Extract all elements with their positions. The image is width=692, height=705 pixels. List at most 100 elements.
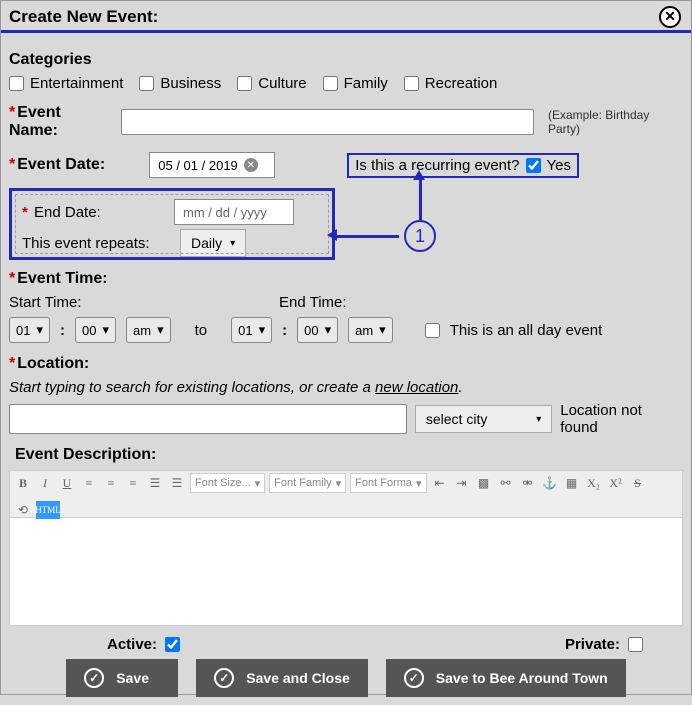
end-time-label: End Time:: [279, 294, 347, 311]
html-icon[interactable]: HTML: [36, 501, 60, 519]
event-name-input[interactable]: [121, 109, 534, 135]
link-icon[interactable]: ⚯: [497, 474, 515, 492]
clear-date-icon[interactable]: ✕: [244, 158, 258, 172]
indent-icon[interactable]: ⇥: [453, 474, 471, 492]
cat-entertainment-checkbox[interactable]: [9, 76, 24, 91]
chevron-down-icon: ▾: [536, 414, 541, 425]
annotation-arrow-up: [413, 170, 425, 180]
private-checkbox[interactable]: [628, 637, 643, 652]
event-name-row: *Event Name: (Example: Birthday Party): [9, 104, 683, 140]
end-date-input[interactable]: mm / dd / yyyy: [174, 199, 294, 225]
chevron-down-icon: ▾: [325, 322, 332, 338]
underline-icon[interactable]: U: [58, 474, 76, 492]
recurring-question-box: Is this a recurring event? Yes: [347, 153, 579, 178]
recurring-checkbox[interactable]: [526, 158, 541, 173]
allday-label: This is an all day event: [450, 322, 603, 339]
font-format-select[interactable]: Font Forma▾: [350, 473, 426, 493]
subscript-icon[interactable]: X₂: [585, 474, 603, 492]
chevron-down-icon: ▾: [379, 322, 386, 338]
outdent-icon[interactable]: ⇤: [431, 474, 449, 492]
description-textarea[interactable]: [9, 518, 683, 626]
location-input[interactable]: [9, 404, 407, 434]
start-ampm-select[interactable]: am▾: [126, 317, 171, 343]
font-size-select[interactable]: Font Size...▾: [190, 473, 265, 493]
unlink-icon[interactable]: ⚮: [519, 474, 537, 492]
italic-icon[interactable]: I: [36, 474, 54, 492]
cat-culture-checkbox[interactable]: [237, 76, 252, 91]
chevron-down-icon: ▾: [230, 238, 235, 249]
clear-format-icon[interactable]: ⟲: [14, 501, 32, 519]
recurring-question-label: Is this a recurring event?: [355, 157, 519, 174]
align-center-icon[interactable]: ≡: [102, 474, 120, 492]
time-selects-row: 01▾ : 00▾ am▾ to 01▾ : 00▾ am▾ This is a…: [9, 317, 683, 343]
unordered-list-icon[interactable]: ☰: [168, 474, 186, 492]
end-ampm-select[interactable]: am▾: [348, 317, 393, 343]
end-date-label: * End Date:: [22, 204, 164, 221]
flags-row: Active: Private:: [107, 636, 643, 653]
font-family-select[interactable]: Font Family▾: [269, 473, 346, 493]
event-date-label: *Event Date:: [9, 156, 105, 174]
start-hour-select[interactable]: 01▾: [9, 317, 50, 343]
cat-family[interactable]: Family: [323, 75, 388, 92]
time-labels-row: Start Time: End Time:: [9, 294, 683, 311]
image-icon[interactable]: ▩: [475, 474, 493, 492]
event-time-heading: *Event Time:: [9, 270, 683, 288]
event-name-hint: (Example: Birthday Party): [548, 108, 683, 136]
check-icon: ✓: [404, 668, 424, 688]
cat-business-checkbox[interactable]: [139, 76, 154, 91]
location-notfound: Location not found: [560, 402, 683, 436]
dialog-titlebar: Create New Event: ✕: [1, 1, 691, 33]
cat-recreation[interactable]: Recreation: [404, 75, 498, 92]
dialog-content: Categories Entertainment Business Cultur…: [1, 33, 691, 705]
save-button[interactable]: ✓Save: [66, 659, 178, 697]
check-icon: ✓: [214, 668, 234, 688]
cat-culture[interactable]: Culture: [237, 75, 306, 92]
annotation-line: [419, 178, 422, 220]
annotation-arrow-left: [327, 229, 337, 241]
repeats-select[interactable]: Daily ▾: [180, 229, 246, 257]
editor-toolbar: B I U ≡ ≡ ≡ ☰ ☰ Font Size...▾ Font Famil…: [9, 470, 683, 518]
ordered-list-icon[interactable]: ☰: [146, 474, 164, 492]
start-min-select[interactable]: 00▾: [75, 317, 116, 343]
cat-recreation-checkbox[interactable]: [404, 76, 419, 91]
insert-icon[interactable]: ▦: [563, 474, 581, 492]
save-close-button[interactable]: ✓Save and Close: [196, 659, 368, 697]
chevron-down-icon: ▾: [36, 322, 43, 338]
active-checkbox[interactable]: [165, 637, 180, 652]
chevron-down-icon: ▾: [259, 322, 266, 338]
save-bee-button[interactable]: ✓Save to Bee Around Town: [386, 659, 626, 697]
annotation-line: [335, 235, 399, 238]
event-date-input[interactable]: 05 / 01 / 2019 ✕: [149, 152, 275, 178]
end-min-select[interactable]: 00▾: [297, 317, 338, 343]
new-location-link[interactable]: new location: [375, 379, 458, 396]
align-left-icon[interactable]: ≡: [80, 474, 98, 492]
recurring-panel: * End Date: mm / dd / yyyy This event re…: [9, 188, 335, 260]
cat-entertainment[interactable]: Entertainment: [9, 75, 123, 92]
recurring-yes-label: Yes: [547, 157, 571, 174]
close-icon[interactable]: ✕: [659, 6, 681, 28]
check-icon: ✓: [84, 668, 104, 688]
chevron-down-icon: ▾: [157, 322, 164, 338]
description-heading: Event Description:: [15, 446, 683, 464]
city-select[interactable]: select city ▾: [415, 405, 552, 433]
anchor-icon[interactable]: ⚓: [541, 474, 559, 492]
categories-heading: Categories: [9, 51, 683, 69]
dialog-title: Create New Event:: [9, 7, 158, 27]
categories-row: Entertainment Business Culture Family Re…: [9, 75, 683, 92]
create-event-dialog: Create New Event: ✕ Categories Entertain…: [0, 0, 692, 695]
active-label: Active:: [107, 636, 157, 653]
superscript-icon[interactable]: X²: [607, 474, 625, 492]
repeats-label: This event repeats:: [22, 235, 170, 252]
strike-icon[interactable]: S: [629, 474, 647, 492]
end-hour-select[interactable]: 01▾: [231, 317, 272, 343]
chevron-down-icon: ▾: [102, 322, 109, 338]
align-right-icon[interactable]: ≡: [124, 474, 142, 492]
location-hint: Start typing to search for existing loca…: [9, 379, 683, 396]
cat-business[interactable]: Business: [139, 75, 221, 92]
button-row: ✓Save ✓Save and Close ✓Save to Bee Aroun…: [9, 659, 683, 697]
cat-family-checkbox[interactable]: [323, 76, 338, 91]
allday-checkbox[interactable]: [425, 323, 440, 338]
bold-icon[interactable]: B: [14, 474, 32, 492]
location-heading: *Location:: [9, 355, 683, 373]
event-name-label: *Event Name:: [9, 104, 113, 140]
